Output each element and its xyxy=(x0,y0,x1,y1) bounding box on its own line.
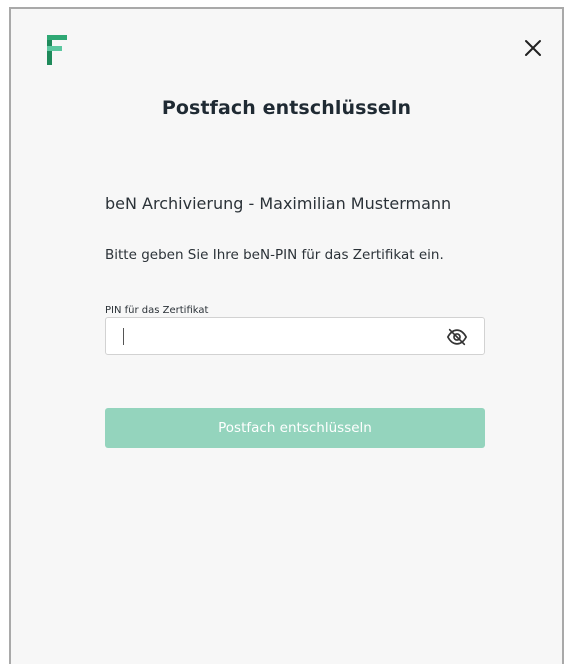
dialog-title: Postfach entschlüsseln xyxy=(161,97,412,119)
decrypt-mailbox-button[interactable]: Postfach entschlüsseln xyxy=(105,408,485,448)
close-icon[interactable] xyxy=(522,37,544,59)
pin-input[interactable] xyxy=(116,318,440,356)
brand-logo-icon xyxy=(47,35,67,65)
pin-field-label: PIN für das Zertifikat xyxy=(105,305,209,316)
eye-slash-icon[interactable] xyxy=(446,326,468,348)
text-cursor xyxy=(123,328,124,345)
account-name: beN Archivierung - Maximilian Mustermann xyxy=(105,194,452,213)
decrypt-mailbox-dialog: Postfach entschlüsseln beN Archivierung … xyxy=(9,7,564,664)
pin-input-container xyxy=(105,317,485,356)
pin-instruction: Bitte geben Sie Ihre beN-PIN für das Zer… xyxy=(105,247,444,263)
